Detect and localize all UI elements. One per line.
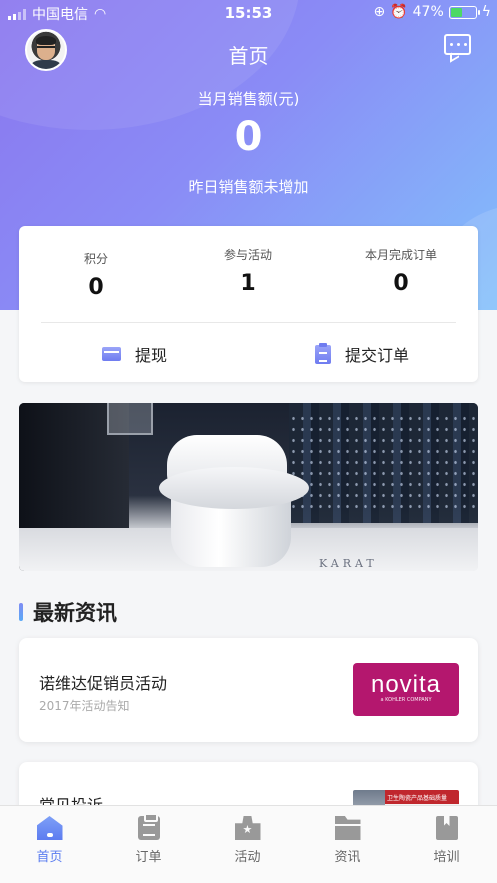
stat-label: 积分 [83,252,108,266]
yesterday-sales-note: 昨日销售额未增加 [188,178,309,196]
stat-activities[interactable]: 参与活动 1 [173,246,323,296]
stat-label: 本月完成订单 [364,248,437,262]
tab-news[interactable]: 资讯 [298,816,397,865]
stat-monthly-orders[interactable]: 本月完成订单 0 [326,246,476,296]
wallet-icon [102,347,121,361]
rotation-lock-icon: ⊕ [373,4,386,20]
home-icon [36,816,63,840]
battery-percent: 47% [412,4,444,20]
alarm-icon: ⏰ [390,4,408,20]
withdraw-button[interactable]: 提现 [102,342,167,366]
page-title: 首页 [228,44,269,68]
divider [41,322,456,323]
news-section-title: 最新资讯 [19,597,117,627]
tab-label: 订单 [135,850,162,865]
tab-bar: 首页 订单 活动 资讯 培训 [0,805,497,883]
clipboard-icon [315,342,331,364]
folder-icon [334,816,361,840]
stat-value: 1 [240,271,256,296]
tab-orders[interactable]: 订单 [99,813,198,865]
monthly-sales-label: 当月销售额(元) [197,90,300,108]
section-accent-bar [19,603,23,621]
promo-banner[interactable]: KARAT [19,403,478,571]
charging-icon: ϟ [481,4,491,20]
thumbnail-logo-text: novita [370,671,442,698]
tab-home[interactable]: 首页 [0,816,99,865]
banner-control-panel [107,403,153,435]
tab-label: 首页 [36,850,63,865]
tab-label: 培训 [433,850,460,865]
message-icon[interactable] [444,34,471,55]
book-icon [435,816,458,840]
stat-value: 0 [88,275,104,300]
news-thumbnail: novita a KOHLER COMPANY [353,663,459,716]
clipboard-icon [137,813,160,840]
battery-icon [448,5,480,19]
tab-label: 活动 [234,850,261,865]
banner-brand: KARAT [319,557,378,570]
stat-value: 0 [393,271,409,296]
star-basket-icon [234,816,261,840]
news-title: 诺维达促销员活动 [39,674,168,693]
submit-order-label: 提交订单 [345,346,410,365]
stats-card: 积分 0 参与活动 1 本月完成订单 0 提现 提交订单 [19,226,478,382]
withdraw-label: 提现 [135,346,168,365]
thumbnail-text: 卫生陶瓷产品基础质量 [385,790,459,804]
stat-points[interactable]: 积分 0 [21,250,171,300]
submit-order-button[interactable]: 提交订单 [315,342,409,366]
tab-label: 资讯 [334,850,361,865]
tab-activities[interactable]: 活动 [198,816,297,865]
monthly-sales-value: 0 [234,114,263,160]
news-subtitle: 2017年活动告知 [39,699,130,713]
tab-training[interactable]: 培训 [397,816,496,865]
news-item[interactable]: 诺维达促销员活动 2017年活动告知 novita a KOHLER COMPA… [19,638,478,742]
stat-label: 参与活动 [223,248,272,262]
status-bar: 中国电信 ◠ 15:53 ⊕ ⏰ 47% ϟ [0,0,497,26]
